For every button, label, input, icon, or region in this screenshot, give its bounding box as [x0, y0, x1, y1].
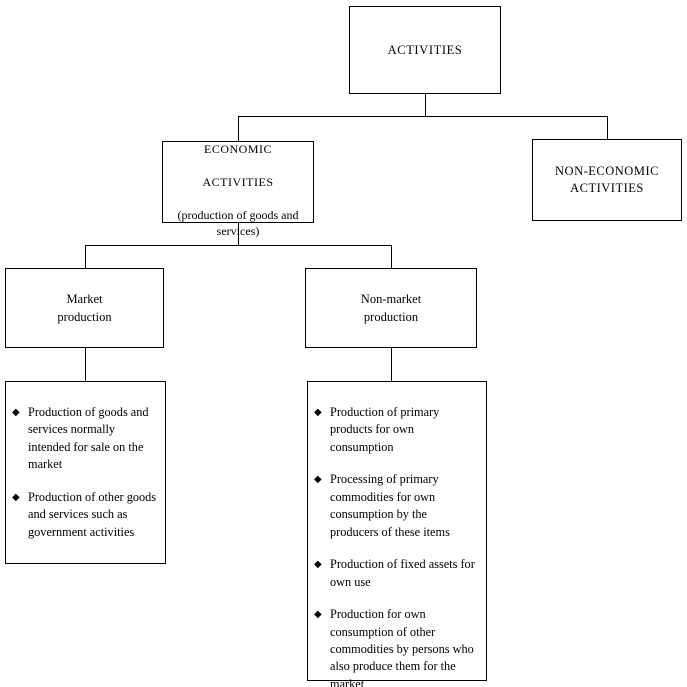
- market-production-bullet-list: ◆ Production of goods and services normal…: [12, 404, 157, 541]
- connector-non-market-to-items: [391, 348, 392, 381]
- node-market-production: Market production: [5, 268, 164, 348]
- bullet-item: ◆ Processing of primary commodities for o…: [314, 471, 478, 541]
- bullet-item-text: Production of other goods and services s…: [28, 489, 157, 539]
- bullet-item-text: Production of primary products for own c…: [330, 405, 440, 454]
- bullet-diamond-icon: ◆: [12, 407, 20, 418]
- node-non-economic-activities: NON-ECONOMIC ACTIVITIES: [532, 139, 682, 221]
- bullet-diamond-icon: ◆: [12, 491, 20, 503]
- node-non-economic-activities-label: NON-ECONOMIC ACTIVITIES: [555, 163, 659, 196]
- connector-to-non-economic: [607, 116, 608, 140]
- node-activities: ACTIVITIES: [349, 6, 501, 94]
- bullet-diamond-icon: ◆: [314, 559, 322, 571]
- node-activities-label: ACTIVITIES: [387, 42, 463, 57]
- non-market-production-bullet-list: ◆ Production of primary products for own …: [314, 404, 478, 687]
- bullet-item-text: Production of fixed assets for own use: [330, 557, 475, 589]
- bullet-item: ◆ Production of primary products for own …: [314, 404, 478, 456]
- connector-level1-rail: [238, 116, 608, 117]
- connector-to-non-market: [391, 245, 392, 269]
- bullet-item: ◆ Production for own consumption of other…: [314, 606, 478, 687]
- node-economic-activities-label: ECONOMIC ACTIVITIES (production of goods…: [169, 124, 307, 240]
- bullet-item-text: Production for own consumption of other …: [330, 607, 474, 687]
- node-market-production-label: Market production: [57, 291, 112, 324]
- bullet-item: ◆ Production of goods and services normal…: [12, 404, 157, 474]
- activities-classification-diagram: ACTIVITIES ECONOMIC ACTIVITIES (producti…: [0, 0, 687, 687]
- connector-market-to-items: [85, 348, 86, 381]
- bullet-item: ◆ Production of fixed assets for own use: [314, 556, 478, 591]
- node-non-market-production: Non-market production: [305, 268, 477, 348]
- node-economic-activities: ECONOMIC ACTIVITIES (production of goods…: [162, 141, 314, 238]
- bullet-item-text: Production of goods and services normall…: [28, 405, 149, 472]
- node-economic-line3: (production of goods and services): [177, 207, 299, 239]
- market-production-items: ◆ Production of goods and services normal…: [5, 381, 166, 564]
- connector-root-stem: [425, 94, 426, 116]
- bullet-diamond-icon: ◆: [314, 407, 322, 418]
- node-economic-line2: ACTIVITIES: [202, 174, 274, 189]
- non-market-production-items: ◆ Production of primary products for own …: [307, 381, 487, 687]
- node-economic-line1: ECONOMIC: [203, 141, 272, 156]
- bullet-diamond-icon: ◆: [314, 609, 322, 621]
- bullet-item-text: Processing of primary commodities for ow…: [330, 472, 450, 539]
- bullet-diamond-icon: ◆: [314, 474, 322, 486]
- bullet-item: ◆ Production of other goods and services …: [12, 489, 157, 541]
- connector-to-market: [85, 245, 86, 269]
- node-non-market-production-label: Non-market production: [360, 291, 422, 324]
- connector-level2-rail: [85, 245, 392, 246]
